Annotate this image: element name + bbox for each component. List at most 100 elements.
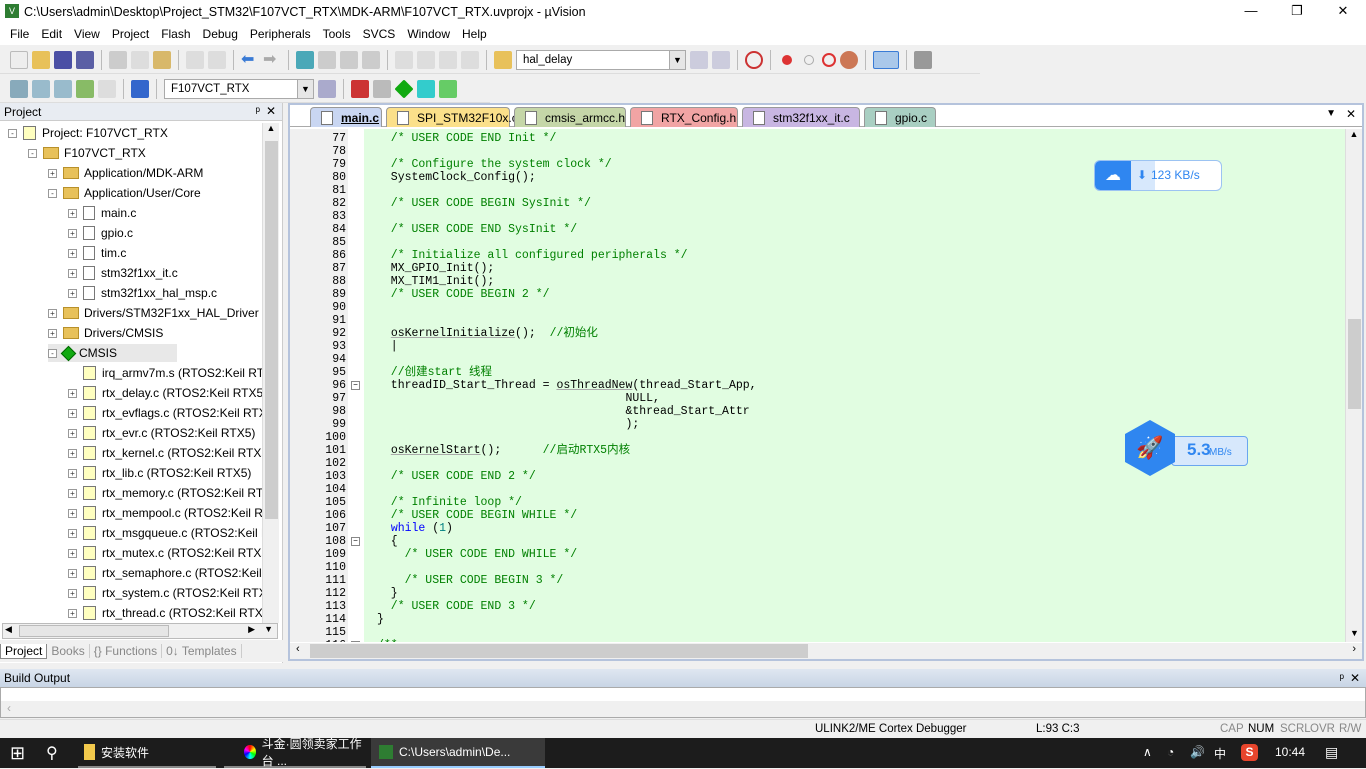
scroll-down-icon[interactable]: ▼	[264, 624, 273, 634]
tree-item[interactable]: + rtx_semaphore.c (RTOS2:Keil RTX5)	[68, 564, 262, 582]
tab-spi_stm32f10x-c[interactable]: SPI_STM32F10x.c	[386, 107, 518, 127]
code-line[interactable]: /* Infinite loop */	[377, 496, 522, 509]
expand-icon[interactable]: +	[68, 468, 77, 478]
menu-peripherals[interactable]: Peripherals	[244, 27, 317, 41]
configure-icon[interactable]	[914, 50, 932, 69]
expand-icon[interactable]: +	[68, 528, 77, 538]
fold-toggle-icon[interactable]: −	[351, 641, 360, 642]
tree-item[interactable]: + rtx_memory.c (RTOS2:Keil RTX5)	[68, 484, 262, 502]
maximize-button[interactable]: ❐	[1274, 0, 1320, 23]
close-button[interactable]: ✕	[1320, 0, 1366, 23]
kill-breakpoints-icon[interactable]	[840, 50, 858, 69]
navigate-back-icon[interactable]: ⬅	[241, 51, 259, 69]
bookmark-icon[interactable]	[296, 50, 314, 69]
editor-vertical-scrollbar[interactable]: ▲ ▼	[1345, 129, 1362, 642]
copy-icon[interactable]	[131, 50, 149, 69]
scroll-left-icon[interactable]: ‹	[296, 643, 300, 655]
pin-icon[interactable]: ᵖ	[255, 104, 260, 118]
collapse-icon[interactable]: -	[28, 148, 37, 158]
menu-edit[interactable]: Edit	[35, 27, 68, 41]
code-line[interactable]: /* USER CODE BEGIN 2 */	[377, 288, 550, 301]
tree-item[interactable]: + rtx_delay.c (RTOS2:Keil RTX5)	[68, 384, 262, 402]
code-line[interactable]: NULL,	[377, 392, 660, 405]
clear-bookmarks-icon[interactable]	[362, 50, 380, 69]
code-line[interactable]: MX_TIM1_Init();	[377, 275, 495, 288]
tree-item[interactable]: - Project: F107VCT_RTX	[8, 124, 168, 142]
code-line[interactable]: while (1)	[377, 522, 453, 535]
code-line[interactable]: /* USER CODE END SysInit */	[377, 223, 577, 236]
tree-item[interactable]: + tim.c	[68, 244, 126, 262]
start-button[interactable]: ⊞	[10, 738, 25, 768]
tab-list-dropdown-icon[interactable]: ▼	[1326, 108, 1336, 119]
rebuild-icon[interactable]	[54, 79, 72, 98]
manage-rte-icon[interactable]	[394, 78, 414, 99]
code-line[interactable]: /* Configure the system clock */	[377, 158, 612, 171]
code-line[interactable]: /* USER CODE BEGIN SysInit */	[377, 197, 591, 210]
close-panel-icon[interactable]: ✕	[266, 104, 276, 118]
tree-item[interactable]: - F107VCT_RTX	[28, 144, 146, 162]
expand-icon[interactable]: +	[68, 248, 77, 258]
expand-icon[interactable]: +	[68, 388, 77, 398]
expand-icon[interactable]: +	[68, 588, 77, 598]
tree-item[interactable]: + main.c	[68, 204, 136, 222]
code-line[interactable]: MX_GPIO_Init();	[377, 262, 495, 275]
close-panel-icon[interactable]: ✕	[1350, 669, 1360, 687]
tree-item[interactable]: + stm32f1xx_it.c	[68, 264, 178, 282]
network-icon[interactable]: ◔	[1167, 745, 1174, 759]
cut-icon[interactable]	[109, 50, 127, 69]
expand-icon[interactable]: +	[68, 608, 77, 618]
open-file-icon[interactable]	[32, 50, 50, 69]
fold-toggle-icon[interactable]: −	[351, 537, 360, 546]
fold-toggle-icon[interactable]: −	[351, 381, 360, 390]
build-output-text[interactable]: ‹	[0, 687, 1366, 718]
code-line[interactable]: osKernelStart(); //启动RTX5内核	[377, 444, 630, 457]
scroll-right-icon[interactable]: ▶	[248, 624, 255, 635]
tree-item[interactable]: + rtx_lib.c (RTOS2:Keil RTX5)	[68, 464, 251, 482]
indent-icon[interactable]	[395, 50, 413, 69]
enable-breakpoint-icon[interactable]	[804, 54, 814, 65]
tab-stm32f1xx_it-c[interactable]: stm32f1xx_it.c	[742, 107, 860, 127]
code-line[interactable]: /**	[377, 639, 398, 642]
disable-breakpoints-icon[interactable]	[822, 52, 836, 67]
pack-installer-icon[interactable]	[417, 79, 435, 98]
tree-item[interactable]: + rtx_mempool.c (RTOS2:Keil RTX5)	[68, 504, 262, 522]
download-speed-widget[interactable]: ☁ ⬇ 123 KB/s	[1094, 160, 1222, 191]
menu-project[interactable]: Project	[106, 27, 155, 41]
tree-item[interactable]: + rtx_thread.c (RTOS2:Keil RTX5)	[68, 604, 262, 622]
tree-item[interactable]: + rtx_kernel.c (RTOS2:Keil RTX5)	[68, 444, 262, 462]
code-line[interactable]: threadID_Start_Thread = osThreadNew(thre…	[377, 379, 757, 392]
tree-item[interactable]: + stm32f1xx_hal_msp.c	[68, 284, 217, 302]
build-icon[interactable]	[32, 79, 50, 98]
download-load-icon[interactable]	[131, 79, 149, 98]
scroll-left-icon[interactable]: ◀	[5, 624, 12, 635]
taskbar-item-uvision[interactable]: C:\Users\admin\De...	[371, 738, 545, 768]
target-options-icon[interactable]	[318, 79, 336, 98]
code-area[interactable]: 77 78 79 80 81 82 83 84 85 86 87 88 89 90 91 92 93 94 95 96…	[290, 129, 1345, 642]
paste-icon[interactable]	[153, 50, 171, 69]
expand-icon[interactable]: +	[68, 548, 77, 558]
expand-icon[interactable]: +	[68, 488, 77, 498]
select-packs-icon[interactable]	[373, 79, 391, 98]
find-in-files-icon[interactable]	[494, 50, 512, 69]
navigate-forward-icon[interactable]: ➡	[263, 51, 281, 69]
scroll-up-icon[interactable]: ▲	[263, 123, 279, 139]
editor-horizontal-scrollbar[interactable]: ‹ ›	[290, 643, 1362, 659]
code-line[interactable]: |	[377, 340, 398, 353]
manage-project-items-icon[interactable]	[351, 79, 369, 98]
code-line[interactable]: /* USER CODE END 3 */	[377, 600, 536, 613]
menu-window[interactable]: Window	[401, 27, 456, 41]
menu-view[interactable]: View	[68, 27, 106, 41]
tree-item[interactable]: - CMSIS	[48, 344, 178, 362]
code-line[interactable]: /* USER CODE END WHILE */	[377, 548, 578, 561]
expand-icon[interactable]: +	[48, 328, 57, 338]
save-all-icon[interactable]	[76, 50, 94, 69]
save-icon[interactable]	[54, 50, 72, 69]
panel-tab-project[interactable]: Project	[0, 643, 48, 659]
prev-bookmark-icon[interactable]	[318, 50, 336, 69]
panel-tab-templates[interactable]: 0↓ Templates	[162, 644, 242, 658]
comment-icon[interactable]	[439, 50, 457, 69]
new-file-icon[interactable]	[10, 50, 28, 69]
tree-item[interactable]: + rtx_msgqueue.c (RTOS2:Keil RTX5)	[68, 524, 262, 542]
expand-icon[interactable]: +	[68, 268, 77, 278]
scroll-thumb[interactable]	[19, 625, 169, 637]
